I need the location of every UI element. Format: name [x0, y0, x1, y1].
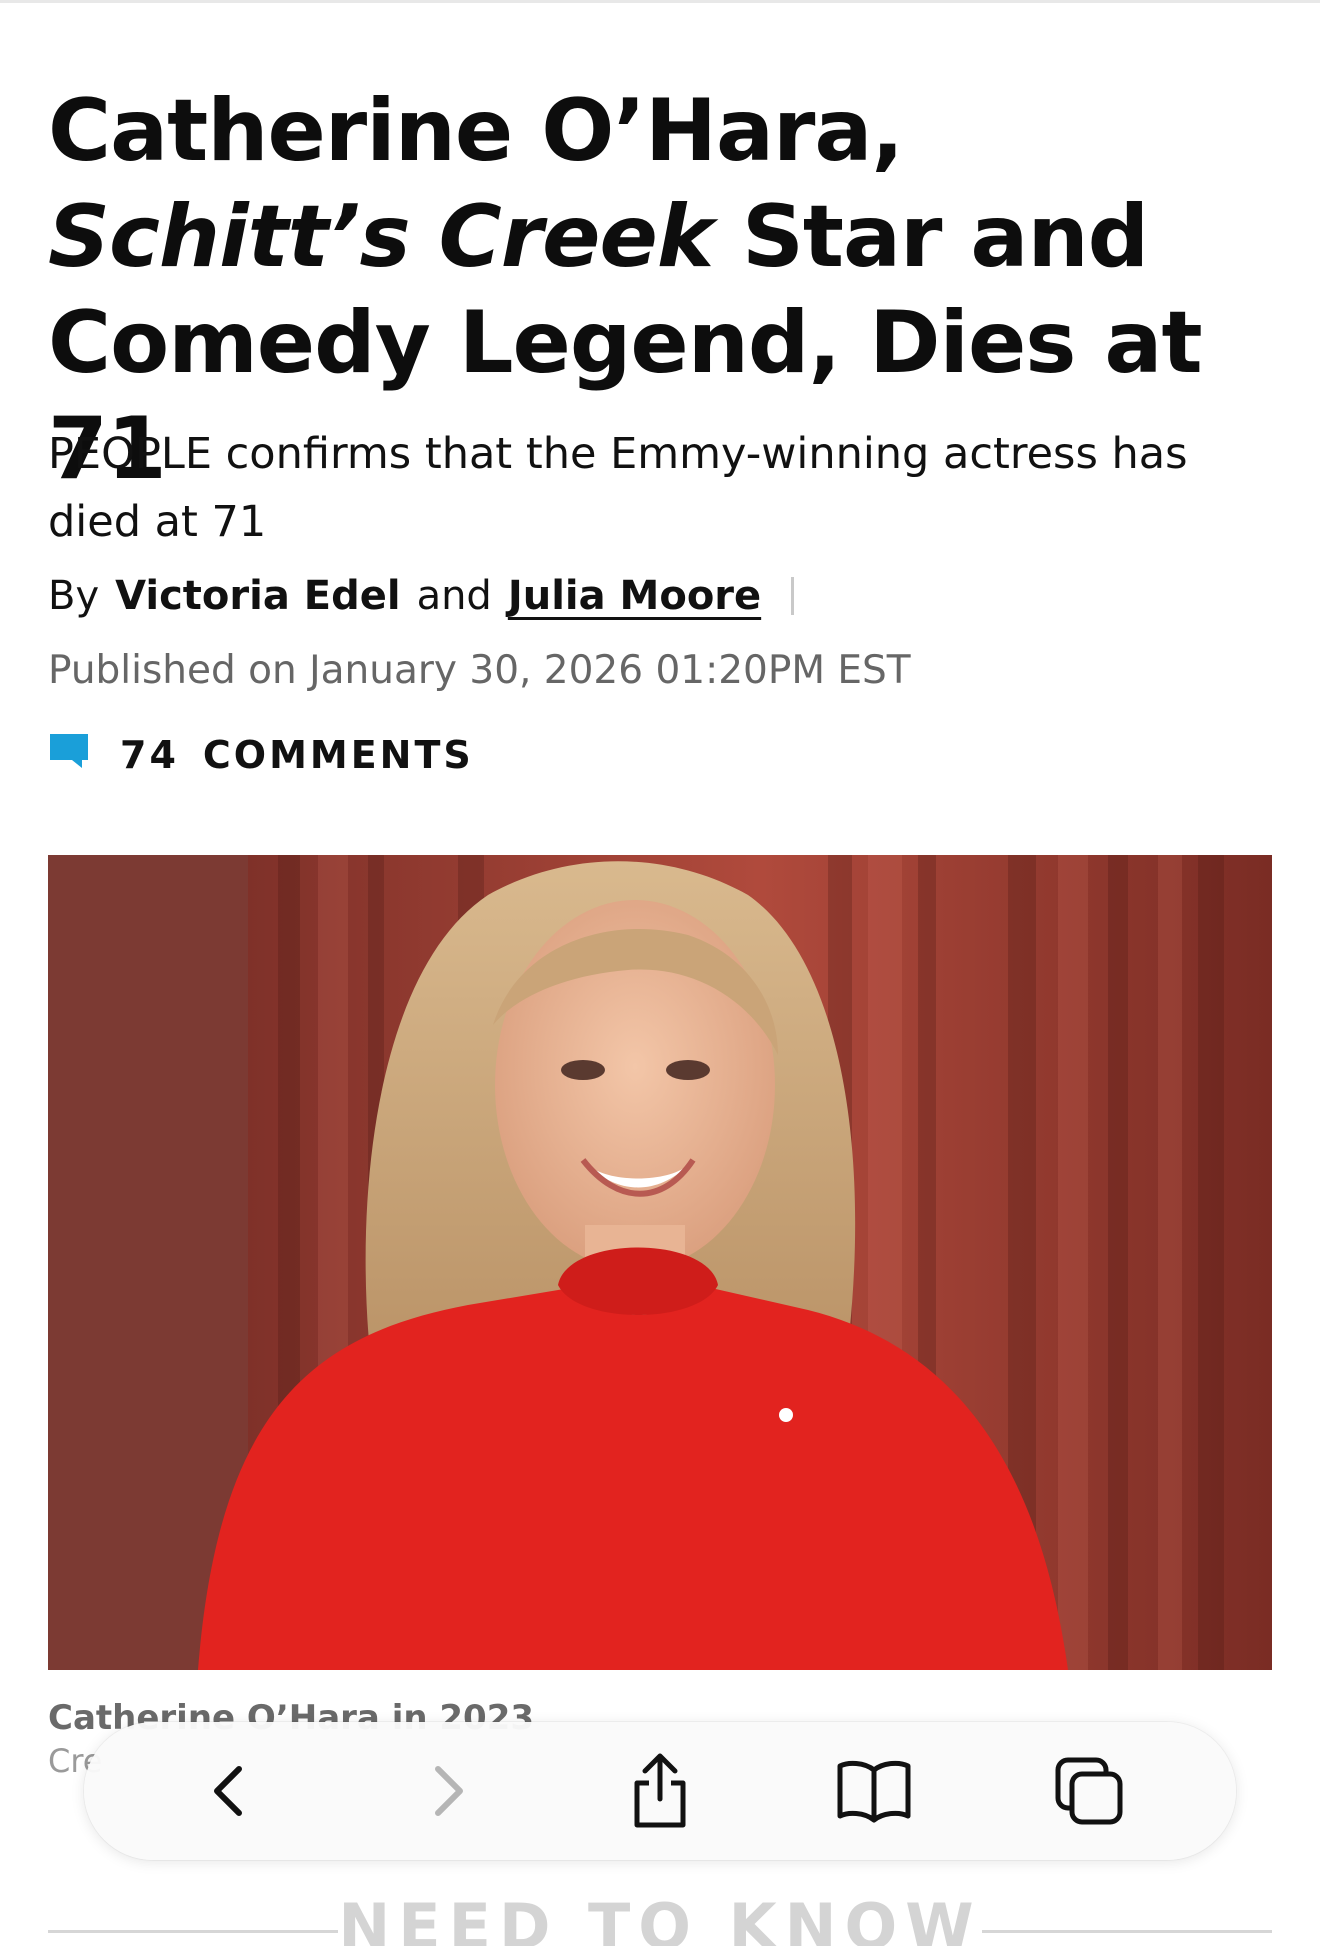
need-to-know-section: NEED TO KNOW — [48, 1890, 1272, 1946]
top-divider — [0, 0, 1320, 3]
tabs-icon — [1055, 1757, 1123, 1825]
tabs-button[interactable] — [1039, 1741, 1139, 1841]
comments-count: 74 — [120, 733, 179, 777]
hero-photo-illustration — [48, 855, 1272, 1670]
byline-prefix: By — [48, 573, 100, 619]
comment-icon — [48, 732, 90, 779]
section-heading: NEED TO KNOW — [338, 1890, 982, 1946]
share-icon — [634, 1753, 686, 1828]
comments-label: COMMENTS — [202, 733, 474, 777]
share-button[interactable] — [610, 1741, 710, 1841]
comments-link[interactable]: 74 COMMENTS — [48, 730, 474, 780]
back-button[interactable] — [181, 1741, 281, 1841]
author-julia-moore-link[interactable]: Julia Moore — [508, 573, 761, 619]
bookmarks-icon — [837, 1760, 911, 1823]
byline-separator — [791, 577, 795, 615]
forward-icon — [434, 1766, 463, 1816]
published-date: Published on January 30, 2026 01:20PM ES… — [48, 648, 911, 693]
byline: By Victoria Edel and Julia Moore — [48, 568, 795, 624]
author-victoria-edel[interactable]: Victoria Edel — [115, 573, 400, 619]
back-icon — [214, 1766, 243, 1816]
bookmarks-button[interactable] — [824, 1741, 924, 1841]
forward-button[interactable] — [396, 1741, 496, 1841]
article-dek: PEOPLE confirms that the Emmy-winning ac… — [48, 429, 1188, 547]
hero-image — [48, 855, 1272, 1670]
byline-conjunction: and — [416, 573, 492, 619]
browser-toolbar — [84, 1722, 1236, 1860]
